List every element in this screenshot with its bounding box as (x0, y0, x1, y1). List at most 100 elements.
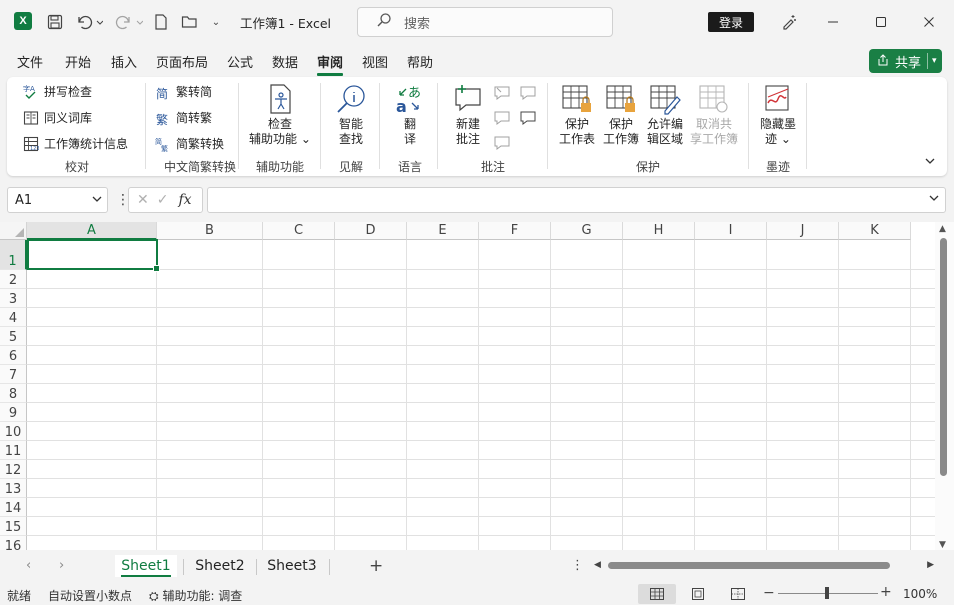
column-header-a[interactable]: A (27, 222, 157, 240)
column-header-d[interactable]: D (335, 222, 407, 240)
tab-file[interactable]: 文件 (17, 52, 43, 71)
row-header-6[interactable]: 6 (0, 346, 27, 365)
undo-icon[interactable] (73, 12, 105, 32)
chinese-conversion-button[interactable]: 简繁 简繁转换 (155, 135, 224, 152)
column-header-h[interactable]: H (623, 222, 695, 240)
sheetbar-more-icon[interactable]: ⋮ (571, 558, 584, 573)
page-layout-view-button[interactable] (679, 584, 717, 604)
name-box-chevron-down-icon[interactable] (92, 195, 102, 206)
zoom-in-button[interactable]: + (880, 584, 892, 600)
zoom-out-button[interactable]: − (763, 585, 775, 601)
sheet-tab-3[interactable]: Sheet3 (262, 555, 322, 577)
scroll-left-arrow-icon[interactable]: ◀ (594, 560, 601, 570)
check-accessibility-button[interactable]: 检查 辅助功能 ⌄ (245, 83, 315, 147)
scroll-down-arrow-icon[interactable]: ▼ (939, 540, 946, 550)
add-sheet-plus-icon[interactable]: + (369, 556, 383, 576)
row-header-11[interactable]: 11 (0, 441, 27, 460)
tab-help[interactable]: 帮助 (407, 52, 433, 71)
normal-view-button[interactable] (638, 584, 676, 604)
new-file-icon[interactable] (153, 12, 169, 32)
enter-icon[interactable]: ✓ (157, 192, 169, 208)
next-comment-icon[interactable] (493, 135, 511, 151)
show-comments-icon[interactable] (519, 85, 537, 101)
column-header-f[interactable]: F (479, 222, 551, 240)
save-icon[interactable] (45, 12, 65, 32)
share-chevron-down-icon[interactable]: ▾ (932, 56, 937, 66)
traditional-to-simplified-button[interactable]: 简 繁转简 (155, 83, 212, 100)
new-comment-button[interactable]: 新建 批注 (445, 83, 491, 147)
close-button[interactable] (912, 8, 946, 36)
row-header-5[interactable]: 5 (0, 327, 27, 346)
zoom-slider[interactable] (778, 587, 878, 599)
row-header-15[interactable]: 15 (0, 517, 27, 536)
unshare-workbook-button[interactable]: 取消共 享工作簿 (687, 83, 741, 147)
row-header-7[interactable]: 7 (0, 365, 27, 384)
customize-toolbar-chevron-icon[interactable]: ⌄ (208, 12, 224, 32)
row-header-16[interactable]: 16 (0, 536, 27, 550)
sheet-tab-1[interactable]: Sheet1 (115, 555, 177, 577)
status-accessibility[interactable]: ⛭ 辅助功能: 调查 (149, 587, 242, 604)
tab-view[interactable]: 视图 (362, 52, 388, 71)
share-button[interactable]: 共享 ▾ (869, 49, 942, 73)
simplified-to-traditional-button[interactable]: 繁 简转繁 (155, 109, 212, 126)
row-header-4[interactable]: 4 (0, 308, 27, 327)
row-header-12[interactable]: 12 (0, 460, 27, 479)
select-all-corner[interactable] (0, 222, 27, 240)
tab-formulas[interactable]: 公式 (227, 52, 253, 71)
login-button[interactable]: 登录 (708, 12, 754, 32)
row-header-8[interactable]: 8 (0, 384, 27, 403)
zoom-slider-knob[interactable] (825, 587, 829, 599)
protect-sheet-button[interactable]: 保护 工作表 (555, 83, 599, 147)
horizontal-scrollbar[interactable]: ◀ ▶ (594, 560, 934, 572)
horizontal-scroll-thumb[interactable] (608, 562, 890, 569)
row-header-14[interactable]: 14 (0, 498, 27, 517)
cancel-icon[interactable]: ✕ (137, 192, 149, 208)
zoom-percent[interactable]: 100% (903, 587, 937, 601)
scroll-right-arrow-icon[interactable]: ▶ (927, 560, 934, 570)
column-header-c[interactable]: C (263, 222, 335, 240)
sheet-next-arrow-icon[interactable]: › (59, 558, 64, 573)
vertical-scroll-thumb[interactable] (940, 238, 947, 476)
sheet-prev-arrow-icon[interactable]: ‹ (26, 558, 31, 573)
open-folder-icon[interactable] (180, 12, 200, 32)
translate-button[interactable]: aあ 翻 译 (385, 83, 435, 147)
workbook-statistics-button[interactable]: 123 工作簿统计信息 (23, 135, 128, 152)
protect-workbook-button[interactable]: 保护 工作簿 (599, 83, 643, 147)
column-header-k[interactable]: K (839, 222, 911, 240)
search-box[interactable]: 搜索 (357, 7, 613, 37)
column-header-e[interactable]: E (407, 222, 479, 240)
active-cell-a1[interactable] (27, 239, 160, 272)
vertical-scrollbar[interactable]: ▲ ▼ (935, 222, 954, 550)
row-header-3[interactable]: 3 (0, 289, 27, 308)
thesaurus-button[interactable]: 同义词库 (23, 109, 92, 126)
scroll-up-arrow-icon[interactable]: ▲ (939, 224, 946, 234)
tab-review[interactable]: 审阅 (317, 52, 344, 76)
name-box[interactable]: A1 (7, 187, 108, 213)
worksheet-grid[interactable]: ▲ ▼ A B C D E F G H I J K 1 2 3 4 5 6 7 8 9 10 11 12 13 14 15 16 (0, 222, 954, 550)
allow-edit-ranges-button[interactable]: 允许编 辑区域 (643, 83, 687, 147)
tab-home[interactable]: 开始 (65, 52, 91, 71)
row-header-10[interactable]: 10 (0, 422, 27, 441)
maximize-button[interactable] (864, 8, 898, 36)
insert-function-button[interactable]: fx (178, 192, 191, 208)
delete-comment-icon[interactable] (493, 85, 511, 101)
expand-formula-bar-chevron-icon[interactable] (929, 194, 939, 205)
smart-lookup-button[interactable]: 智能 查找 (327, 83, 375, 147)
status-auto-decimal[interactable]: 自动设置小数点 (48, 587, 132, 604)
ribbon-expand-chevron-icon[interactable] (925, 157, 935, 168)
row-header-13[interactable]: 13 (0, 479, 27, 498)
formula-input[interactable] (207, 187, 946, 213)
column-header-g[interactable]: G (551, 222, 623, 240)
page-break-preview-button[interactable] (719, 584, 757, 604)
tab-insert[interactable]: 插入 (111, 52, 137, 71)
premium-diamond-icon[interactable] (778, 12, 800, 32)
hide-ink-button[interactable]: 隐藏墨 迹 ⌄ (755, 83, 801, 147)
row-header-2[interactable]: 2 (0, 270, 27, 289)
row-header-9[interactable]: 9 (0, 403, 27, 422)
tab-page-layout[interactable]: 页面布局 (156, 52, 208, 71)
tab-data[interactable]: 数据 (272, 52, 298, 71)
previous-comment-icon[interactable] (493, 110, 511, 126)
sheet-tab-2[interactable]: Sheet2 (190, 555, 250, 577)
column-header-i[interactable]: I (695, 222, 767, 240)
column-header-b[interactable]: B (157, 222, 263, 240)
